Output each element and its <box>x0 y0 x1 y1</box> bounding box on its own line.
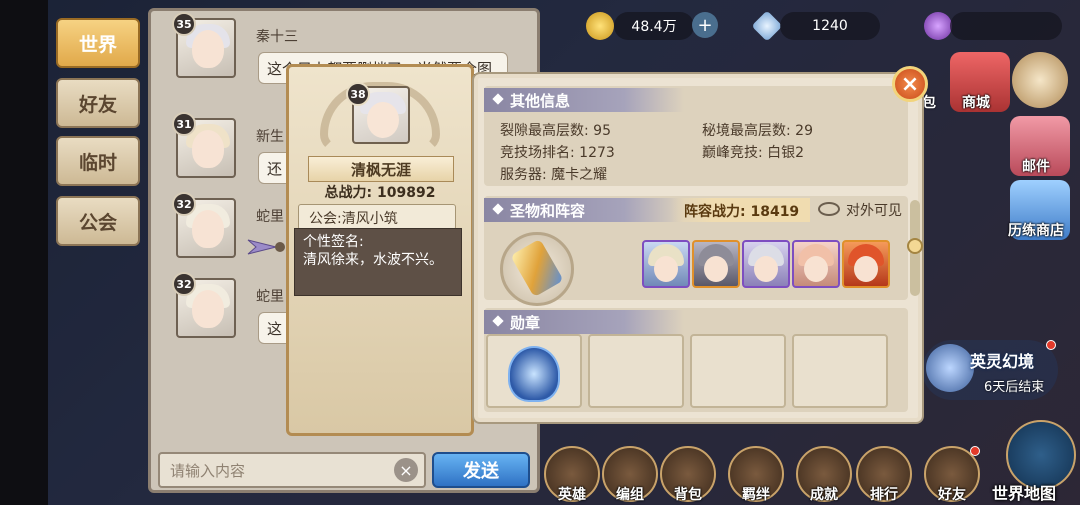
medal-badge-icon <box>508 346 560 402</box>
gold-value: 48.4万 <box>631 19 677 35</box>
mail-label: 邮件 <box>1022 159 1050 175</box>
nav-backpack-label: 背包 <box>674 487 702 503</box>
scrollbar-thumb[interactable] <box>907 238 923 254</box>
clear-icon: × <box>399 460 413 480</box>
medal-slot-empty[interactable] <box>690 334 786 408</box>
crystal-icon <box>924 12 952 40</box>
section-diamond-icon <box>492 203 504 215</box>
event-notification-dot <box>1046 340 1056 350</box>
gold-coin-icon <box>586 12 614 40</box>
left-border <box>0 0 48 505</box>
crystal-counter <box>950 12 1062 40</box>
player-level-badge: 38 <box>346 82 370 106</box>
close-icon: × <box>900 71 920 97</box>
player-name: 清枫无涯 <box>308 156 454 182</box>
chat-sender-name: 蛇里 <box>256 289 284 305</box>
tab-world-label: 世界 <box>78 33 117 56</box>
tab-guild-label: 公会 <box>78 211 117 234</box>
medal-title: 勋章 <box>510 314 541 332</box>
medal-header: 勋章 <box>484 310 684 334</box>
chat-level-badge: 35 <box>172 12 196 36</box>
medal-slot-empty[interactable] <box>588 334 684 408</box>
hero-slot[interactable] <box>692 240 740 288</box>
tab-friends[interactable]: 好友 <box>56 78 140 128</box>
chat-level-badge: 31 <box>172 112 196 136</box>
hero-slot[interactable] <box>642 240 690 288</box>
server-name: 服务器: 魔卡之耀 <box>500 167 608 183</box>
signature-text: 清风徐来，水波不兴。 <box>303 252 443 268</box>
chat-input[interactable]: 请输入内容 <box>158 452 426 488</box>
nav-achievement-label: 成就 <box>810 487 838 503</box>
hero-slot[interactable] <box>792 240 840 288</box>
total-power: 总战力: 109892 <box>300 182 460 202</box>
lineup-header: 圣物和阵容 <box>484 198 684 222</box>
lineup-power: 阵容战力: 18419 <box>670 198 810 222</box>
nav-heroes-label: 英雄 <box>558 487 586 503</box>
signature-label: 个性签名: <box>303 234 364 250</box>
chat-input-placeholder: 请输入内容 <box>170 462 246 480</box>
send-label: 发送 <box>463 461 499 482</box>
peak-arena: 巅峰竞技: 白银2 <box>702 145 805 161</box>
rift-floor: 裂隙最高层数: 95 <box>500 123 611 139</box>
other-info-title: 其他信息 <box>510 92 571 110</box>
hero-slot[interactable] <box>742 240 790 288</box>
tab-friends-label: 好友 <box>78 93 117 116</box>
section-diamond-icon <box>492 93 504 105</box>
medal-slot-empty[interactable] <box>792 334 888 408</box>
close-button[interactable]: × <box>892 66 928 102</box>
nav-formation-label: 编组 <box>616 487 644 503</box>
player-guild: 公会:清风小筑 <box>298 204 456 230</box>
tab-temporary-label: 临时 <box>78 151 117 174</box>
other-info-header: 其他信息 <box>484 88 684 112</box>
tab-temporary[interactable]: 临时 <box>56 136 140 186</box>
signature-box: 个性签名: 清风徐来，水波不兴。 <box>294 228 462 296</box>
chat-sender-name: 蛇里 <box>256 209 284 225</box>
event-portrait <box>926 344 974 392</box>
eye-icon[interactable] <box>818 202 840 216</box>
nav-ranking-label: 排行 <box>870 487 898 503</box>
plus-label: + <box>697 14 713 36</box>
world-map-label: 世界地图 <box>992 484 1057 503</box>
move-pad-icon[interactable] <box>1012 52 1068 108</box>
add-gold-button[interactable]: + <box>692 12 718 38</box>
total-power-value: 109892 <box>377 185 436 201</box>
friends-notification-dot <box>970 446 980 456</box>
visibility-label[interactable]: 对外可见 <box>846 200 902 220</box>
chat-level-badge: 32 <box>172 192 196 216</box>
section-diamond-icon <box>492 315 504 327</box>
chat-sender-name: 秦十三 <box>256 29 298 45</box>
event-subtitle: 6天后结束 <box>984 380 1045 395</box>
pointer-arrow-icon <box>247 239 285 255</box>
tab-guild[interactable]: 公会 <box>56 196 140 246</box>
event-title: 英灵幻境 <box>970 352 1035 371</box>
send-button[interactable]: 发送 <box>432 452 530 488</box>
secret-floor: 秘境最高层数: 29 <box>702 123 813 139</box>
clear-input-button[interactable]: × <box>394 458 418 482</box>
nav-bond-label: 羁绊 <box>742 487 770 503</box>
chat-level-badge: 32 <box>172 272 196 296</box>
lineup-title: 圣物和阵容 <box>510 202 586 220</box>
gold-counter: 48.4万 <box>614 12 694 40</box>
total-power-label: 总战力: <box>324 185 373 201</box>
trial-shop-label: 历练商店 <box>1008 223 1064 239</box>
hero-slot[interactable] <box>842 240 890 288</box>
chat-sender-name: 新生 <box>256 129 284 145</box>
arena-rank: 竞技场排名: 1273 <box>500 145 615 161</box>
diamond-counter: 1240 <box>780 12 880 40</box>
shop-label: 商城 <box>962 95 990 111</box>
nav-friends-label: 好友 <box>938 487 966 503</box>
tab-world[interactable]: 世界 <box>56 18 140 68</box>
diamond-value: 1240 <box>812 18 848 34</box>
